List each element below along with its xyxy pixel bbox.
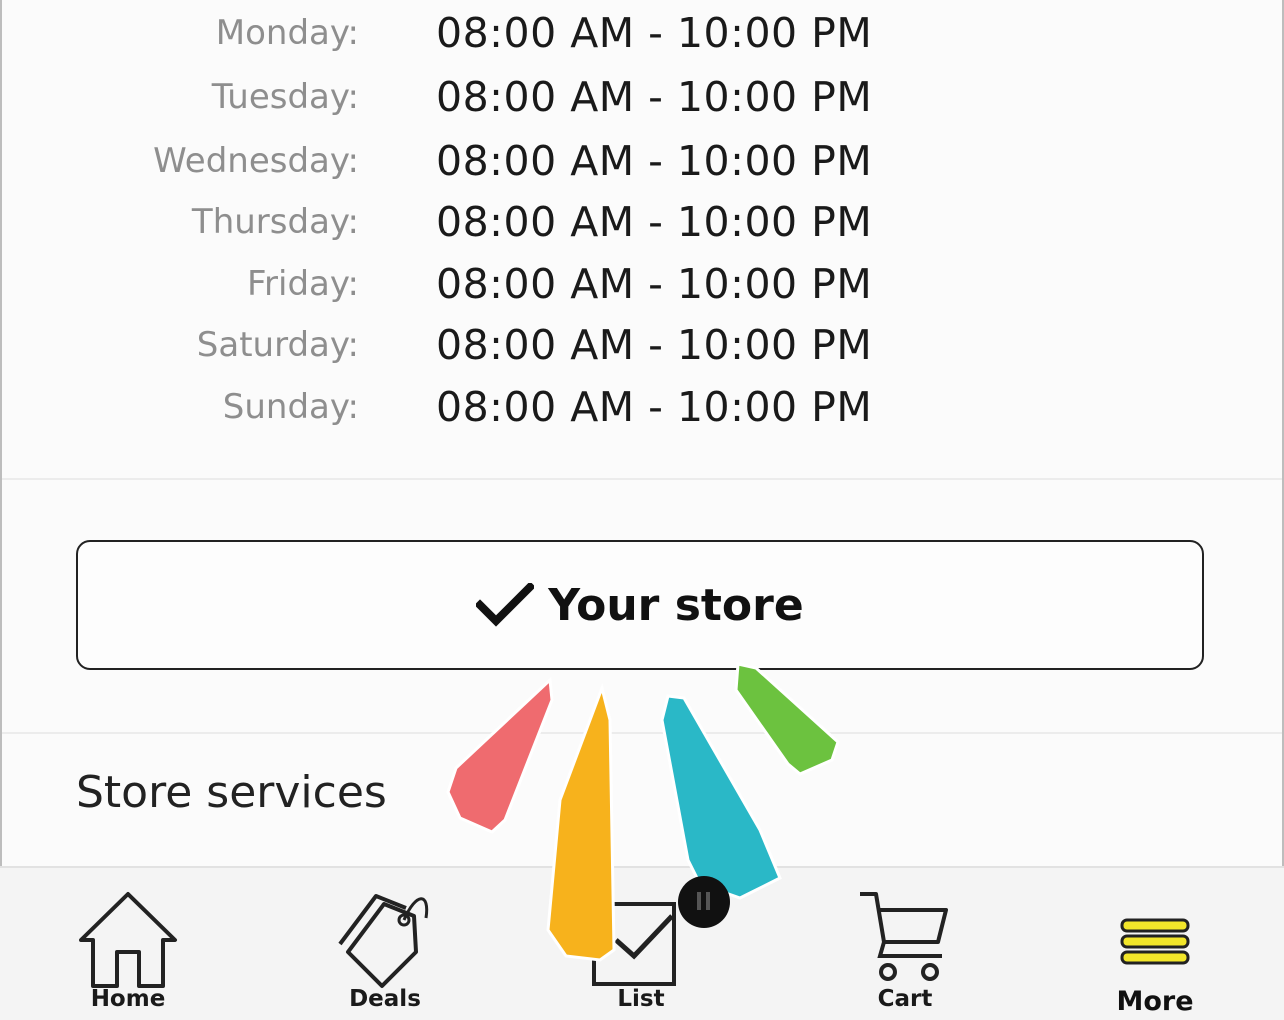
tab-deals-label: Deals [349,986,421,1012]
hours-row-tuesday: Tuesday: 08:00 AM - 10:00 PM [0,67,1284,127]
home-icon [79,892,177,988]
hours-value: 08:00 AM - 10:00 PM [436,198,873,246]
hours-value: 08:00 AM - 10:00 PM [436,321,873,369]
your-store-button[interactable]: Your store [76,540,1204,670]
day-label: Wednesday: [153,141,359,181]
hours-row-thursday: Thursday: 08:00 AM - 10:00 PM [0,192,1284,252]
day-label: Thursday: [191,202,359,242]
hours-row-monday: Monday: 08:00 AM - 10:00 PM [0,3,1284,63]
hours-value: 08:00 AM - 10:00 PM [436,260,873,308]
day-label: Friday: [246,264,359,304]
checkmark-icon [476,583,535,627]
tab-home-label: Home [90,986,166,1012]
day-label: Sunday: [222,387,359,427]
tab-list[interactable]: List [551,868,731,1020]
day-label: Tuesday: [211,77,359,117]
tab-list-label: List [617,986,665,1012]
section-divider [2,732,1282,734]
cart-icon [860,892,948,981]
red-streamer [446,676,554,834]
tab-deals[interactable]: Deals [295,868,475,1020]
hours-value: 08:00 AM - 10:00 PM [436,137,873,185]
tab-more-label: More [1116,986,1194,1017]
day-label: Monday: [215,13,359,53]
tab-cart-label: Cart [877,986,933,1012]
hours-value: 08:00 AM - 10:00 PM [436,383,873,431]
your-store-label: Your store [548,579,804,631]
day-label: Saturday: [196,325,359,365]
section-divider [2,478,1282,480]
menu-icon [1120,918,1190,965]
hours-row-wednesday: Wednesday: 08:00 AM - 10:00 PM [0,131,1284,191]
tab-more[interactable]: More [1065,868,1245,1020]
hours-value: 08:00 AM - 10:00 PM [436,9,873,57]
bottom-tab-bar: Home Deals List Cart More [0,866,1284,1020]
hours-row-saturday: Saturday: 08:00 AM - 10:00 PM [0,315,1284,375]
checklist-icon [592,902,676,986]
hours-row-sunday: Sunday: 08:00 AM - 10:00 PM [0,377,1284,437]
hours-value: 08:00 AM - 10:00 PM [436,73,873,121]
store-services-row[interactable]: Store services [76,762,387,824]
hours-row-friday: Friday: 08:00 AM - 10:00 PM [0,254,1284,314]
tag-icon [338,894,429,988]
tab-home[interactable]: Home [38,868,218,1020]
tab-cart[interactable]: Cart [815,868,995,1020]
green-streamer [734,662,840,776]
